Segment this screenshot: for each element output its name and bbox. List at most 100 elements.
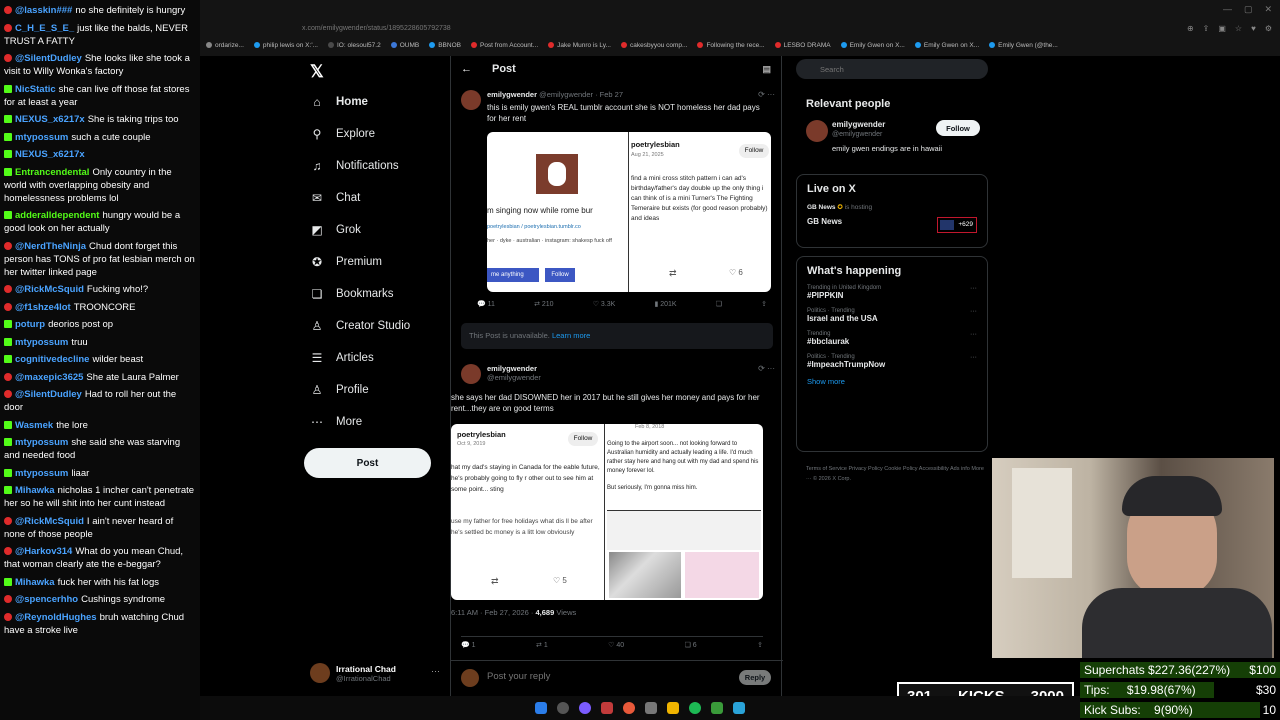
x-logo-icon[interactable]: 𝕏 [310,62,324,82]
more-icon[interactable]: ⟳ ··· [758,90,775,99]
bookmarks-bar: ordarize... philip lewis on X:'... IO: ole… [200,38,1280,52]
avatar[interactable] [806,120,828,142]
bookmark-item[interactable]: IO: olesoul57.2 [327,41,381,49]
chat-username: @spencerhho [15,594,79,605]
nav-item-notifications[interactable]: ♫ Notifications [310,156,450,176]
nav-item-premium[interactable]: ✪ Premium [310,252,450,272]
tweet-text: she says her dad DISOWNED her in 2017 bu… [451,393,760,413]
heart-icon[interactable]: ♥ [1251,24,1256,33]
spotify-icon[interactable] [689,702,701,714]
nav-item-creator-studio[interactable]: ♙ Creator Studio [310,316,450,336]
close-icon[interactable]: ✕ [1264,4,1272,15]
nav-item-more[interactable]: ⋯ More [310,412,450,432]
bookmark-label: Post from Account... [479,41,539,49]
bookmark-item[interactable]: OUMB [390,41,419,49]
trend-item[interactable]: Trending #bbclaurak ··· [807,331,977,346]
nav-item-chat[interactable]: ✉ Chat [310,188,450,208]
browser-icon[interactable] [623,702,635,714]
reply-action[interactable]: 💬 11 [477,300,495,308]
telegram-icon[interactable] [733,702,745,714]
reader-icon[interactable]: ▤ [762,64,771,75]
bookmark-item[interactable]: philip lewis on X:'... [253,41,318,49]
bookmark-item[interactable]: Jake Munro is Ly... [548,41,611,49]
tweet-author[interactable]: emilygwender [487,364,537,373]
show-more-link[interactable]: Show more [807,377,977,386]
more-icon[interactable]: ··· [970,308,977,315]
reply-input[interactable] [487,671,687,682]
maximize-icon[interactable]: ▢ [1244,4,1253,15]
nav-item-grok[interactable]: ◩ Grok [310,220,450,240]
reply-action[interactable]: 💬 1 [461,641,476,649]
chat-username: NicStatic [15,83,56,95]
more-icon[interactable]: ··· [970,354,977,361]
nav-item-profile[interactable]: ♙ Profile [310,380,450,400]
zoom-icon[interactable]: ⊕ [1187,24,1194,33]
more-icon[interactable]: ⟳ ··· [758,364,775,373]
trend-item[interactable]: Politics · Trending Israel and the USA ··· [807,308,977,323]
like-action[interactable]: ♡ 3.3K [593,300,616,308]
settings-icon[interactable] [645,702,657,714]
repost-action[interactable]: ⇄ 210 [534,300,554,308]
share-icon[interactable]: ⇪ [757,641,763,649]
bookmark-item[interactable]: Emily Gwen on X... [914,41,979,49]
nav-item-articles[interactable]: ☰ Articles [310,348,450,368]
bookmark-item[interactable]: BBNOB [429,41,461,49]
bookmark-item[interactable]: Emily Gwen (@the... [989,41,1058,49]
account-switcher[interactable]: Irrational Chad @IrrationalChad ··· [310,660,440,686]
chat-text: wilder beast [92,354,144,365]
bookmark-item[interactable]: Post from Account... [470,41,539,49]
tweet-image[interactable]: poetrylesbian Oct 9, 2019 Follow hat my … [451,424,763,600]
tweet-author[interactable]: emilygwender [487,90,537,99]
person-name[interactable]: emilygwender [832,120,885,129]
learn-more-link[interactable]: Learn more [552,331,590,340]
chat-text: no she definitely is hungry [75,5,186,16]
footer-links[interactable]: Terms of Service Privacy Policy Cookie P… [806,464,986,484]
live-listener-count[interactable]: +629 [937,217,977,233]
share-icon[interactable]: ⇪ [761,300,767,308]
chat-username: @lasskin### [15,5,73,16]
bookmark-label: Jake Munro is Ly... [557,41,611,49]
bookmark-item[interactable]: Following the rece... [697,41,765,49]
bookmark-action[interactable]: ❏ 6 [685,641,697,649]
bookmark-icon[interactable]: ❏ [716,300,722,308]
avatar[interactable] [461,364,481,384]
settings-icon[interactable]: ⚙ [1265,24,1272,33]
search-input[interactable] [796,59,988,79]
app-icon[interactable] [579,702,591,714]
views-action[interactable]: ▮ 201K [654,300,676,308]
bookmark-item[interactable]: cakesbyyou comp... [620,41,687,49]
more-icon[interactable]: ··· [970,285,977,292]
reply-button[interactable]: Reply [739,670,771,685]
avatar[interactable] [461,90,481,110]
post-button[interactable]: Post [304,448,431,478]
bookmark-item[interactable]: ordarize... [206,41,244,49]
more-icon[interactable]: ··· [970,331,977,338]
trend-item[interactable]: Trending in United Kingdom #PIPPKIN ··· [807,285,977,300]
articles-icon: ☰ [311,351,323,365]
bookmark-item[interactable]: Emily Gwen on X... [840,41,905,49]
repost-action[interactable]: ⇄ 1 [536,641,548,649]
search-icon[interactable] [557,702,569,714]
minimize-icon[interactable]: — [1223,4,1232,15]
bookmark-item[interactable]: LESBO DRAMA [774,41,831,49]
tweet[interactable]: emilygwender @emilygwender · Feb 27 ⟳ ··… [451,90,783,320]
folder-icon[interactable] [667,702,679,714]
back-arrow-icon[interactable]: ← [461,63,472,75]
xbox-icon[interactable] [711,702,723,714]
extension-icon[interactable]: ▣ [1218,24,1226,33]
like-action[interactable]: ♡ 40 [608,641,624,649]
share-icon[interactable]: ⇪ [1203,24,1210,33]
tips-row: Tips: $19.98(67%) $30 [1080,680,1280,700]
address-bar[interactable]: x.com/emilygwender/status/18952286057927… [290,22,1050,36]
favorite-icon[interactable]: ☆ [1235,24,1242,33]
trend-item[interactable]: Politics · Trending #ImpeachTrumpNow ··· [807,354,977,369]
tweet-image[interactable]: m singing now while rome bur poetrylesbi… [487,132,771,292]
follow-button[interactable]: Follow [936,120,980,136]
nav-item-explore[interactable]: ⚲ Explore [310,124,450,144]
tweet[interactable]: emilygwender @emilygwender ⟳ ··· she say… [451,364,783,654]
nav-item-bookmarks[interactable]: ❏ Bookmarks [310,284,450,304]
nav-item-home[interactable]: ⌂ Home [310,92,450,112]
windows-start-icon[interactable] [535,702,547,714]
app-icon[interactable] [601,702,613,714]
embed-user: poetrylesbian [457,430,506,439]
